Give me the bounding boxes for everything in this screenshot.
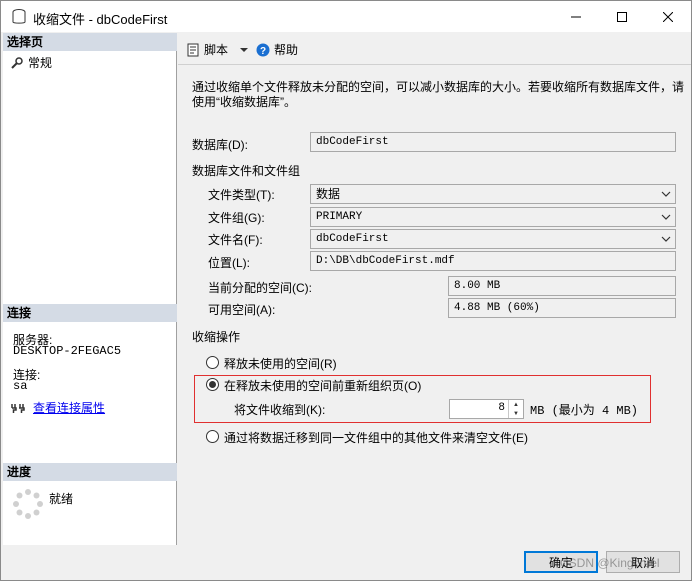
file-type-value: 数据 [316, 187, 341, 201]
empty-file-label: 通过将数据迁移到同一文件组中的其他文件来清空文件(E) [224, 431, 528, 445]
close-icon [663, 11, 673, 22]
database-icon [12, 9, 26, 24]
location-label: 位置(L): [208, 256, 251, 270]
script-button[interactable]: 脚本 [186, 41, 250, 58]
stepper-up-icon[interactable]: ▲ [509, 400, 523, 409]
release-unused-radio[interactable] [206, 356, 219, 369]
window-title: 收缩文件 - dbCodeFirst [33, 12, 168, 27]
shrink-to-label: 将文件收缩到(K): [234, 403, 326, 417]
sidebar-item-label: 常规 [28, 56, 53, 70]
chevron-down-icon [661, 236, 671, 242]
close-button[interactable] [645, 1, 691, 32]
svg-text:?: ? [260, 46, 266, 57]
filename-label: 文件名(F): [208, 233, 263, 247]
reorganize-radio[interactable] [206, 378, 219, 391]
maximize-button[interactable] [599, 1, 645, 32]
script-icon [187, 43, 199, 56]
stepper-down-icon[interactable]: ▼ [509, 409, 523, 418]
sidebar: 选择页 常规 连接 服务器: DESKTOP-2FEGAC5 连接: sa 查看… [3, 33, 177, 545]
filename-select[interactable]: dbCodeFirst [310, 229, 676, 249]
dialog-window: 收缩文件 - dbCodeFirst 选择页 常规 连接 服务器: DESKTO… [0, 0, 692, 581]
watermark: CSDN @Kingcruel [560, 556, 660, 570]
shrink-section-label: 收缩操作 [192, 330, 241, 344]
available-label: 可用空间(A): [208, 303, 276, 317]
help-label: 帮助 [274, 43, 299, 57]
database-field: dbCodeFirst [310, 132, 676, 152]
progress-status: 就绪 [49, 492, 74, 506]
progress-spinner-icon [13, 489, 43, 522]
view-connection-properties[interactable]: 查看连接属性 [11, 399, 105, 416]
chevron-down-icon [661, 191, 671, 197]
connection-value: sa [13, 379, 28, 393]
server-value: DESKTOP-2FEGAC5 [13, 344, 122, 358]
filegroup-label: 文件组(G): [208, 211, 265, 225]
allocated-field: 8.00 MB [448, 276, 676, 296]
database-label: 数据库(D): [192, 138, 248, 152]
connection-header: 连接 [3, 304, 177, 322]
stepper-arrows[interactable]: ▲ ▼ [508, 400, 523, 418]
chevron-down-icon [240, 47, 249, 52]
main-panel: 脚本 ? 帮助 通过收缩单个文件释放未分配的空间，可以减小数据库的大小。若要收缩… [178, 33, 691, 545]
select-page-header: 选择页 [3, 33, 177, 51]
location-field: D:\DB\dbCodeFirst.mdf [310, 251, 676, 271]
chevron-down-icon [661, 214, 671, 220]
shrink-to-value: 8 [498, 402, 505, 414]
button-bar: 确定 取消 CSDN @Kingcruel [3, 546, 691, 580]
help-button[interactable]: ? 帮助 [256, 41, 298, 58]
empty-file-radio[interactable] [206, 430, 219, 443]
filegroup-select[interactable]: PRIMARY [310, 207, 676, 227]
release-unused-label: 释放未使用的空间(R) [224, 357, 337, 371]
shrink-to-unit: MB (最小为 4 MB) [530, 404, 639, 418]
minimize-icon [571, 16, 581, 17]
available-field: 4.88 MB (60%) [448, 298, 676, 318]
wrench-icon [11, 56, 23, 69]
file-type-label: 文件类型(T): [208, 188, 275, 202]
reorganize-label: 在释放未使用的空间前重新组织页(O) [224, 379, 422, 393]
progress-header: 进度 [3, 463, 177, 481]
filegroup-value: PRIMARY [316, 211, 363, 223]
minimize-button[interactable] [553, 1, 599, 32]
help-icon: ? [256, 43, 270, 57]
description-text: 通过收缩单个文件释放未分配的空间，可以减小数据库的大小。若要收缩所有数据库文件，… [192, 80, 685, 109]
plug-icon [11, 403, 25, 413]
file-type-select[interactable]: 数据 [310, 184, 676, 204]
shrink-to-stepper[interactable]: 8 ▲ ▼ [449, 399, 524, 419]
view-connection-properties-link[interactable]: 查看连接属性 [33, 399, 105, 416]
allocated-label: 当前分配的空间(C): [208, 281, 312, 295]
filename-value: dbCodeFirst [316, 233, 389, 245]
title-bar: 收缩文件 - dbCodeFirst [1, 1, 691, 32]
maximize-icon [617, 11, 627, 22]
files-section-label: 数据库文件和文件组 [192, 164, 301, 178]
toolbar: 脚本 ? 帮助 [178, 33, 691, 65]
sidebar-item-general[interactable]: 常规 [11, 54, 52, 71]
script-label: 脚本 [204, 43, 229, 57]
